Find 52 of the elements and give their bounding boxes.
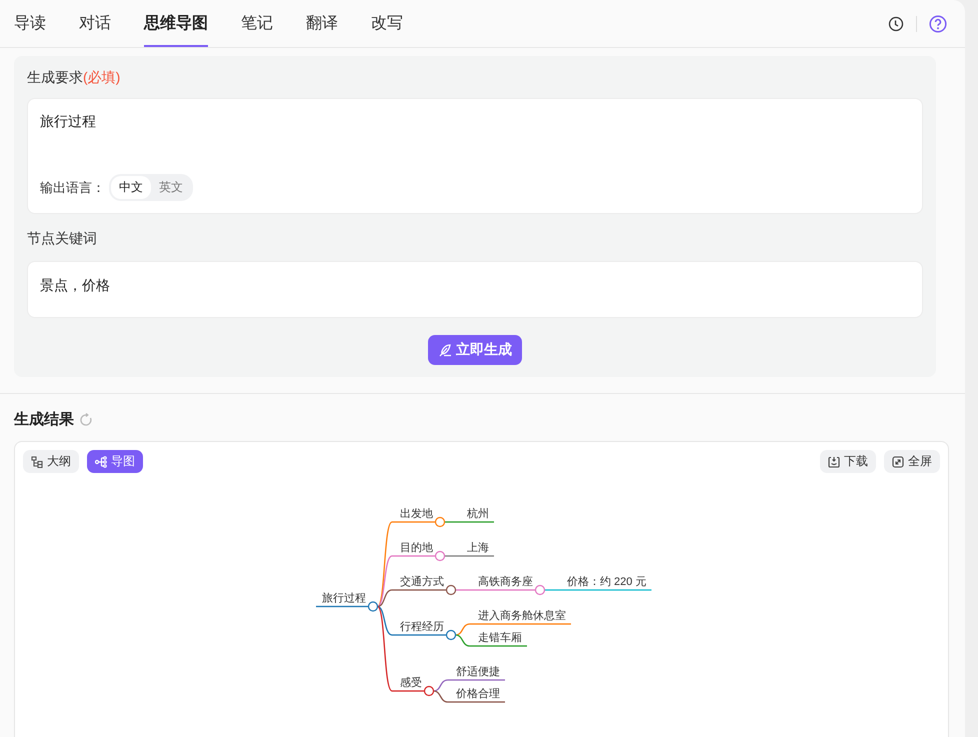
node-label[interactable]: 目的地 — [400, 542, 433, 554]
feather-icon — [438, 343, 452, 357]
tab[interactable]: 思维导图 — [144, 0, 208, 47]
node-label[interactable]: 感受 — [400, 677, 422, 689]
node-label[interactable]: 价格合理 — [456, 688, 500, 700]
view-tab[interactable]: 导图 — [87, 450, 143, 473]
connector-line — [455, 634, 470, 647]
language-option[interactable]: 中文 — [111, 176, 151, 199]
keywords-label: 节点关键词 — [27, 230, 97, 248]
tab[interactable]: 对话 — [79, 0, 111, 47]
node-label[interactable]: 行程经历 — [400, 621, 444, 633]
node-label[interactable]: 走错车厢 — [478, 632, 522, 644]
node-label[interactable]: 交通方式 — [400, 576, 444, 588]
language-label: 输出语言： — [40, 178, 105, 196]
node-toggle[interactable] — [434, 516, 446, 528]
help-icon[interactable] — [929, 14, 947, 32]
keywords-field[interactable]: 景点，价格 — [27, 261, 923, 318]
node-toggle[interactable] — [446, 584, 456, 596]
requirement-box[interactable]: 旅行过程 输出语言： 中文 英文 — [27, 98, 923, 214]
node-label[interactable]: 进入商务舱休息室 — [478, 610, 566, 622]
connector-line — [455, 623, 470, 636]
node-label[interactable]: 杭州 — [467, 508, 489, 520]
clock-icon[interactable] — [888, 16, 904, 32]
node-label[interactable]: 价格：约 220 元 — [567, 576, 646, 588]
tab[interactable]: 改写 — [371, 0, 403, 47]
fullscreen-icon — [892, 456, 904, 468]
section-title: 生成结果 — [14, 410, 74, 429]
node-toggle[interactable] — [424, 686, 434, 696]
node-toggle[interactable] — [368, 601, 378, 612]
node-label[interactable]: 高铁商务座 — [478, 576, 533, 588]
node-label[interactable]: 出发地 — [400, 508, 433, 520]
tab[interactable]: 笔记 — [241, 0, 273, 47]
mindmap-icon — [95, 456, 107, 468]
outline-icon — [31, 456, 43, 468]
node-label[interactable]: 上海 — [467, 542, 489, 554]
download-icon — [828, 456, 840, 468]
view-tab[interactable]: 大纲 — [23, 450, 79, 473]
fullscreen-button[interactable]: 全屏 — [884, 450, 940, 473]
language-option[interactable]: 英文 — [151, 176, 191, 199]
requirement-field[interactable]: 旅行过程 — [40, 111, 910, 174]
tab[interactable]: 导读 — [14, 0, 46, 47]
requirement-label: 生成要求(必填) — [27, 69, 120, 87]
download-button[interactable]: 下载 — [820, 450, 876, 473]
node-toggle[interactable] — [534, 584, 546, 596]
connector-line — [433, 679, 448, 692]
node-label[interactable]: 舒适便捷 — [456, 666, 500, 678]
node-label[interactable]: 旅行过程 — [322, 592, 366, 604]
connector-line — [433, 690, 448, 703]
node-toggle[interactable] — [446, 630, 456, 640]
tab[interactable]: 翻译 — [306, 0, 338, 47]
generate-button[interactable]: 立即生成 — [428, 335, 522, 365]
node-toggle[interactable] — [434, 550, 446, 562]
